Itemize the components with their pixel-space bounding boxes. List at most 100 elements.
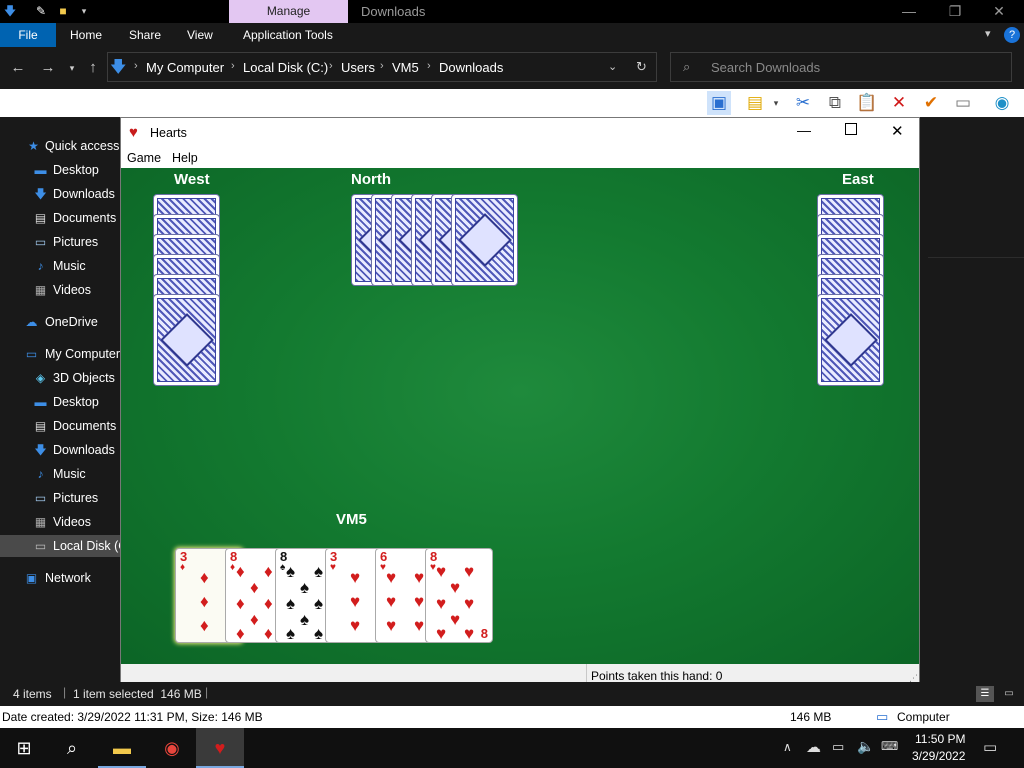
copy-icon[interactable]: ⧉ xyxy=(823,91,847,115)
preview-pane-icon[interactable]: ▣ xyxy=(707,91,731,115)
nav-videos[interactable]: ▦ Videos xyxy=(0,511,120,533)
breadcrumb-downloads[interactable]: Downloads xyxy=(439,60,503,75)
forward-arrow-icon[interactable]: → xyxy=(38,59,58,77)
nav-qa-videos[interactable]: ▦ Videos xyxy=(0,279,120,301)
checkmark-icon[interactable]: ✔ xyxy=(919,91,943,115)
nav-downloads[interactable]: 🡇 Downloads xyxy=(0,439,120,461)
tab-file[interactable]: File xyxy=(0,23,56,47)
expand-ribbon-icon[interactable]: ▾ xyxy=(985,27,991,40)
tab-share[interactable]: Share xyxy=(129,23,161,47)
breadcrumb-my-computer[interactable]: My Computer xyxy=(146,60,224,75)
views-icon[interactable]: ▤ xyxy=(743,91,767,115)
address-dropdown-icon[interactable]: ⌄ xyxy=(608,60,617,73)
search-icon[interactable]: ⌕ xyxy=(48,728,96,768)
nav-qa-desktop[interactable]: ▬ Desktop xyxy=(0,159,120,181)
volume-muted-icon[interactable]: 🔈 xyxy=(857,738,874,755)
maximize-icon[interactable] xyxy=(845,123,857,135)
film-icon: ▦ xyxy=(34,283,47,297)
paste-icon[interactable]: 📋 xyxy=(855,91,879,115)
minimize-icon[interactable]: — xyxy=(797,122,811,138)
file-list-area[interactable] xyxy=(920,117,1024,682)
windows-start-icon[interactable]: ⊞ xyxy=(0,728,48,768)
card-pip-icon: ♠ xyxy=(286,562,296,581)
details-view-icon[interactable]: ☰ xyxy=(976,686,994,702)
search-placeholder: Search Downloads xyxy=(711,60,821,75)
menu-game[interactable]: Game xyxy=(127,151,161,165)
nav-documents[interactable]: ▤ Documents xyxy=(0,415,120,437)
breadcrumb-users[interactable]: Users xyxy=(341,60,375,75)
details-bar: Date created: 3/29/2022 11:31 PM, Size: … xyxy=(0,706,1024,728)
nav-quick-access[interactable]: ★ Quick access xyxy=(0,135,120,157)
hearts-window[interactable]: ♥ Hearts — ✕ Game Help West North East V… xyxy=(120,117,920,688)
refresh-icon[interactable]: ↻ xyxy=(636,59,647,75)
nav-onedrive[interactable]: ☁ OneDrive xyxy=(0,311,120,333)
card-pip-icon: ♥ xyxy=(386,592,397,611)
new-folder-icon[interactable]: ■ xyxy=(56,4,70,18)
nav-desktop[interactable]: ▬ Desktop xyxy=(0,391,120,413)
nav-label: Desktop xyxy=(53,163,99,177)
nav-network[interactable]: ▣ Network xyxy=(0,567,120,589)
network-icon[interactable]: ▭ xyxy=(832,739,844,755)
search-input[interactable]: ⌕ Search Downloads xyxy=(670,52,1012,82)
card-pip-icon: ♦ xyxy=(236,624,245,643)
nav-3d-objects[interactable]: ◈ 3D Objects xyxy=(0,367,120,389)
desktop-icon: ▬ xyxy=(34,395,47,409)
card-pip-icon: ♠ xyxy=(314,594,324,613)
card-pip-icon: ♦ xyxy=(264,624,273,643)
breadcrumb-local-disk[interactable]: Local Disk (C:) xyxy=(243,60,328,75)
nav-qa-music[interactable]: ♪ Music xyxy=(0,255,120,277)
nav-qa-pictures[interactable]: ▭ Pictures xyxy=(0,231,120,253)
keyboard-icon[interactable]: ⌨ xyxy=(881,739,898,753)
nav-pictures[interactable]: ▭ Pictures xyxy=(0,487,120,509)
nav-qa-documents[interactable]: ▤ Documents xyxy=(0,207,120,229)
close-icon[interactable]: ✕ xyxy=(976,0,1022,23)
hearts-taskbar-icon[interactable]: ♥ xyxy=(196,728,244,768)
nav-my-computer[interactable]: ▭ My Computer xyxy=(0,343,120,365)
globe-icon[interactable]: ◉ xyxy=(990,91,1014,115)
nav-local-disk[interactable]: ▭ Local Disk (C xyxy=(0,535,120,557)
help-icon[interactable]: ? xyxy=(1004,27,1020,43)
customize-quick-access-icon[interactable]: ▾ xyxy=(77,4,91,18)
recent-locations-icon[interactable]: ▾ xyxy=(62,59,82,77)
selection-info: 1 item selected 146 MB xyxy=(73,687,202,701)
clock-date[interactable]: 3/29/2022 xyxy=(912,749,965,763)
hand-card[interactable]: 8 ♥ ♥ ♥ ♥ ♥ ♥ ♥ ♥ ♥ 8 xyxy=(425,548,493,643)
close-icon[interactable]: ✕ xyxy=(891,122,904,140)
notification-icon[interactable]: ▭ xyxy=(983,738,997,756)
taskbar: ⊞ ⌕ ▬ ◉ ♥ ∧ ☁ ▭ 🔈 ⌨ 11:50 PM 3/29/2022 ▭ xyxy=(0,728,1024,768)
restore-icon[interactable]: ❐ xyxy=(932,0,978,23)
file-explorer-icon[interactable]: ▬ xyxy=(98,728,146,768)
address-bar[interactable]: 🡇 › My Computer › Local Disk (C:) › User… xyxy=(107,52,657,82)
game-table[interactable]: West North East VM5 3 ♦ ♦ ♦ ♦ 8 ♦ ♦ ♦ ♦ ♦ ♦ ♦ ♦ ♦ 8 ♠ ♠ ♠ ♠… xyxy=(121,168,919,664)
chrome-icon[interactable]: ◉ xyxy=(148,728,196,768)
breadcrumb-vm5[interactable]: VM5 xyxy=(392,60,419,75)
hearts-window-title: Hearts xyxy=(150,126,187,140)
back-arrow-icon[interactable]: ← xyxy=(8,59,28,77)
card-pip-icon: ♥ xyxy=(350,616,361,635)
rename-icon[interactable]: ▭ xyxy=(951,91,975,115)
tab-home[interactable]: Home xyxy=(70,23,102,47)
tab-application-tools[interactable]: Application Tools xyxy=(243,23,333,47)
nav-music[interactable]: ♪ Music xyxy=(0,463,120,485)
properties-icon[interactable]: ✎ xyxy=(34,4,48,18)
desktop-icon: ▬ xyxy=(34,163,47,177)
cut-icon[interactable]: ✂ xyxy=(791,91,815,115)
onedrive-cloud-icon[interactable]: ☁ xyxy=(806,738,821,756)
views-dropdown-icon[interactable]: ▾ xyxy=(770,91,782,115)
minimize-icon[interactable]: — xyxy=(886,0,932,23)
clock-time[interactable]: 11:50 PM xyxy=(915,732,965,746)
card-pip-icon: ♠ xyxy=(314,624,324,643)
tab-view[interactable]: View xyxy=(187,23,213,47)
card-pip-icon: ♠ xyxy=(286,594,296,613)
menu-help[interactable]: Help xyxy=(172,151,198,165)
large-icons-view-icon[interactable]: ▭ xyxy=(1000,686,1018,702)
nav-label: Desktop xyxy=(53,395,99,409)
nav-qa-downloads[interactable]: 🡇 Downloads xyxy=(0,183,120,205)
status-separator: | xyxy=(205,685,209,699)
manage-tab[interactable]: Manage xyxy=(229,0,348,23)
card-pip-icon: ♥ xyxy=(414,592,425,611)
card-pip-icon: ♠ xyxy=(314,562,324,581)
show-hidden-icons-icon[interactable]: ∧ xyxy=(783,740,792,754)
delete-icon[interactable]: ✕ xyxy=(887,91,911,115)
up-arrow-icon[interactable]: ↑ xyxy=(83,59,103,77)
